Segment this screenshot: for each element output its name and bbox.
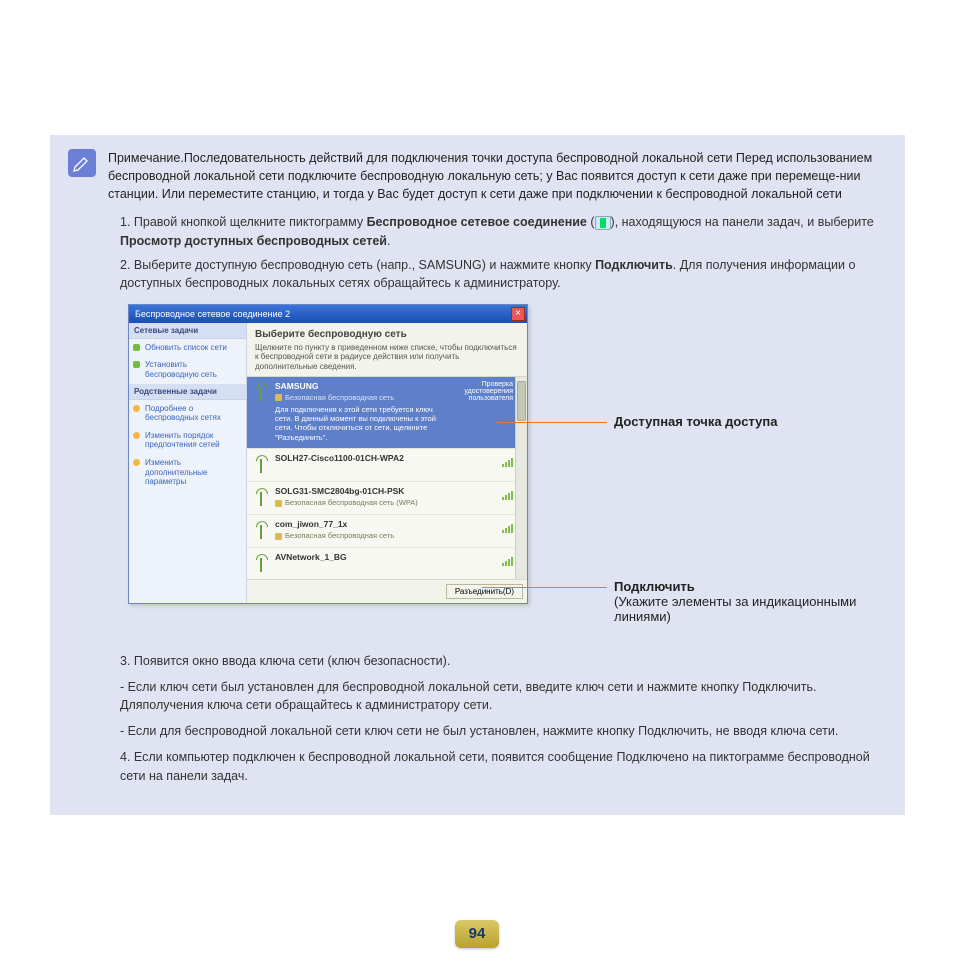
figure-area: Беспроводное сетевое соединение 2 × Сете… [128, 304, 887, 644]
network-list: SAMSUNG Безопасная беспроводная сеть Для… [247, 377, 527, 579]
dash-1: - Если ключ сети был установлен для бесп… [120, 678, 887, 714]
callout-access-point: Доступная точка доступа [614, 414, 777, 429]
step-1: 1. Правой кнопкой щелкните пиктограмму Б… [120, 213, 887, 249]
sidebar-item-learn[interactable]: Подробнее о беспроводных сетях [129, 400, 246, 427]
lock-icon [275, 394, 282, 401]
step-4: 4. Если компьютер подключен к беспроводн… [120, 748, 887, 784]
scrollbar[interactable] [515, 377, 527, 579]
sidebar-item-setup[interactable]: Установить беспроводную сеть [129, 356, 246, 383]
window-titlebar[interactable]: Беспроводное сетевое соединение 2 × [129, 305, 527, 323]
antenna-icon [253, 519, 269, 541]
signal-bars-icon [502, 457, 513, 467]
callout-connect: Подключить (Укажите элементы за индикаци… [614, 579, 874, 624]
note-text: Примечание.Последовательность действий д… [108, 149, 887, 203]
network-item[interactable]: SOLH27-Cisco1100-01CH-WPA2 [247, 449, 527, 482]
scroll-thumb[interactable] [517, 381, 526, 421]
wireless-tray-icon [595, 216, 611, 230]
network-desc: Для подключения к этой сети требуется кл… [275, 405, 447, 443]
main-title: Выберите беспроводную сеть [255, 329, 519, 340]
step-3: 3. Появится окно ввода ключа сети (ключ … [120, 652, 887, 670]
main-subtitle: Щелкните по пункту в приведенном ниже сп… [255, 343, 519, 372]
callout-line-2 [482, 587, 607, 588]
lock-icon [275, 500, 282, 507]
network-item[interactable]: SOLG31-SMC2804bg-01CH-PSK Безопасная бес… [247, 482, 527, 515]
note-icon [68, 149, 96, 177]
sidebar-heading-1: Сетевые задачи [129, 323, 246, 339]
lock-icon [275, 533, 282, 540]
signal-bars-icon [502, 490, 513, 500]
network-status: Проверка удостоверения пользователя [453, 381, 513, 402]
sidebar-item-refresh[interactable]: Обновить список сети [129, 339, 246, 357]
window-main: Выберите беспроводную сеть Щелкните по п… [247, 323, 527, 603]
document-panel: Примечание.Последовательность действий д… [50, 135, 905, 815]
antenna-icon [253, 453, 269, 475]
page-number: 94 [455, 920, 499, 948]
callout-line-1 [497, 422, 607, 423]
signal-bars-icon [502, 556, 513, 566]
network-name: SAMSUNG [275, 381, 447, 391]
after-steps: 3. Появится окно ввода ключа сети (ключ … [120, 652, 887, 785]
sidebar-heading-2: Родственные задачи [129, 384, 246, 400]
close-icon[interactable]: × [511, 307, 525, 321]
steps-list: 1. Правой кнопкой щелкните пиктограмму Б… [120, 213, 887, 292]
antenna-icon [253, 381, 269, 403]
dash-2: - Если для беспроводной локальной сети к… [120, 722, 887, 740]
signal-bars-icon [502, 523, 513, 533]
network-item[interactable]: AVNetwork_1_BG [247, 548, 527, 579]
sidebar-item-advanced[interactable]: Изменить дополнительные параметры [129, 454, 246, 491]
network-item-selected[interactable]: SAMSUNG Безопасная беспроводная сеть Для… [247, 377, 527, 450]
step-2: 2. Выберите доступную беспроводную сеть … [120, 256, 887, 292]
sidebar-item-order[interactable]: Изменить порядок предпочтения сетей [129, 427, 246, 454]
window-sidebar: Сетевые задачи Обновить список сети Уста… [129, 323, 247, 603]
wireless-window: Беспроводное сетевое соединение 2 × Сете… [128, 304, 528, 604]
window-title: Беспроводное сетевое соединение 2 [135, 309, 290, 319]
network-item[interactable]: com_jiwon_77_1x Безопасная беспроводная … [247, 515, 527, 548]
antenna-icon [253, 552, 269, 574]
antenna-icon [253, 486, 269, 508]
